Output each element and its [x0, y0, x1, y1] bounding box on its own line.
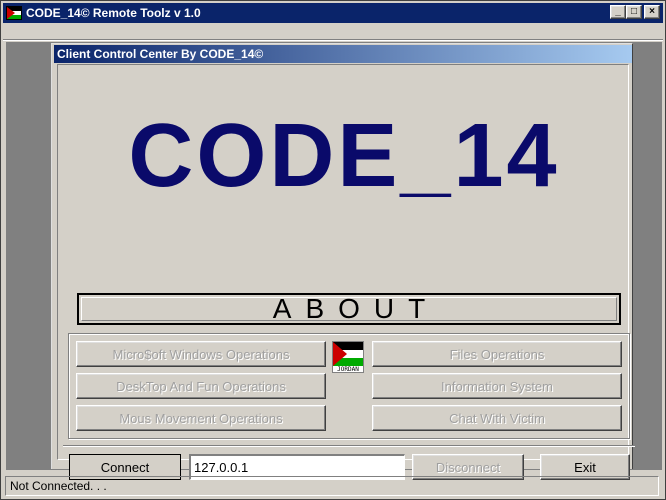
windows-operations-button[interactable]: Micro$oft Windows Operations [76, 341, 326, 367]
minimize-button[interactable]: _ [610, 5, 626, 19]
child-title-bar[interactable]: Client Control Center By CODE_14© [54, 45, 632, 63]
logo-panel: CODE_14 ABOUT Micro$oft Windows Operatio… [57, 64, 635, 480]
files-operations-button[interactable]: Files Operations [372, 341, 622, 367]
window-title: CODE_14© Remote Toolz v 1.0 [26, 6, 201, 20]
close-button[interactable]: × [644, 5, 660, 19]
information-system-button[interactable]: Information System [372, 373, 622, 399]
main-window: CODE_14© Remote Toolz v 1.0 _ □ × Client… [0, 0, 666, 500]
code14-logo: CODE_14 [128, 106, 560, 206]
client-control-center-window: Client Control Center By CODE_14© CODE_1… [51, 43, 635, 480]
operations-group: Micro$oft Windows Operations DeskTop And… [68, 333, 630, 439]
app-flag-icon [6, 6, 22, 20]
menu-divider [3, 39, 663, 41]
maximize-button[interactable]: □ [626, 5, 642, 19]
title-bar[interactable]: CODE_14© Remote Toolz v 1.0 _ □ × [3, 3, 663, 23]
desktop-fun-operations-button[interactable]: DeskTop And Fun Operations [76, 373, 326, 399]
chat-with-victim-button[interactable]: Chat With Victim [372, 405, 622, 431]
status-bar: Not Connected. . . [3, 473, 663, 497]
status-text: Not Connected. . . [5, 476, 659, 496]
about-label: ABOUT [272, 293, 440, 324]
flag-caption: JORDAN [337, 366, 359, 373]
jordan-flag-icon: JORDAN [332, 341, 364, 373]
about-button[interactable]: ABOUT [77, 293, 621, 325]
mouse-movement-operations-button[interactable]: Mous Movement Operations [76, 405, 326, 431]
